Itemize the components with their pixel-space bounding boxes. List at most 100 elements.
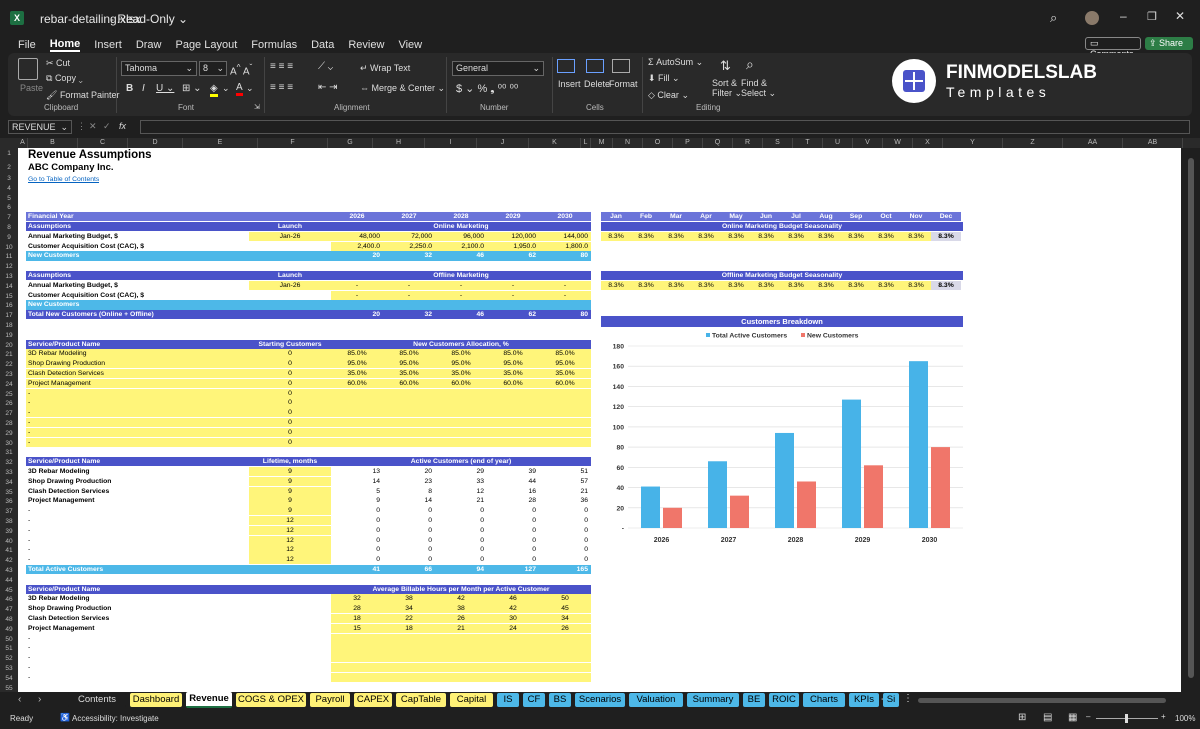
sort-filter-icon[interactable]: ⇅ — [720, 58, 731, 74]
column-header[interactable]: R — [733, 138, 763, 148]
row-header[interactable]: 32 — [0, 458, 18, 467]
share-button[interactable]: ⇪ Share ⌄ — [1145, 37, 1193, 61]
cac-value[interactable]: - — [487, 290, 539, 300]
budget-value[interactable]: - — [331, 280, 383, 291]
hours-value[interactable] — [487, 672, 539, 683]
formula-input[interactable] — [140, 120, 1190, 134]
seasonality-value[interactable]: 8.3% — [691, 280, 721, 291]
seasonality-value[interactable]: 8.3% — [721, 231, 751, 242]
allocation-value[interactable] — [539, 388, 591, 398]
total-new-value[interactable]: 20 — [331, 310, 383, 320]
column-header[interactable]: A — [18, 138, 28, 148]
seasonality-value[interactable]: 8.3% — [901, 231, 931, 242]
zoom-level[interactable]: 100% — [1175, 714, 1195, 723]
lifetime-header[interactable]: Lifetime, months — [249, 457, 331, 467]
close-icon[interactable]: ✕ — [1175, 9, 1185, 23]
active-customers-value[interactable]: 0 — [539, 506, 591, 515]
tab-cf[interactable]: CF — [523, 693, 545, 707]
new-customers-value[interactable]: 20 — [331, 251, 383, 261]
service-name[interactable]: - — [26, 427, 249, 438]
budget-label[interactable]: Annual Marketing Budget, $ — [26, 232, 249, 241]
service-name[interactable]: - — [26, 663, 331, 672]
row-header[interactable]: 19 — [0, 331, 18, 340]
allocation-value[interactable]: 85.0% — [383, 349, 435, 359]
row-header[interactable]: 49 — [0, 625, 18, 634]
hours-value[interactable] — [487, 633, 539, 643]
allocation-value[interactable]: 60.0% — [435, 378, 487, 389]
hours-value[interactable] — [435, 672, 487, 683]
budget-value[interactable]: - — [435, 280, 487, 291]
month-header[interactable]: Feb — [631, 212, 661, 222]
active-customers-value[interactable]: 39 — [487, 467, 539, 476]
month-header[interactable]: Jan — [601, 212, 631, 222]
allocation-value[interactable] — [383, 418, 435, 428]
total-new-value[interactable]: 80 — [539, 310, 591, 320]
paste-icon[interactable] — [18, 58, 38, 80]
row-header[interactable]: 37 — [0, 507, 18, 516]
row-header[interactable]: 51 — [0, 644, 18, 653]
hours-value[interactable]: 18 — [331, 614, 383, 624]
column-header[interactable]: P — [673, 138, 703, 148]
column-header[interactable]: D — [128, 138, 183, 148]
offline-marketing-header[interactable]: Offline Marketing — [331, 271, 591, 281]
hours-value[interactable]: 21 — [435, 623, 487, 634]
allocation-value[interactable]: 85.0% — [331, 349, 383, 359]
new-customers-value[interactable]: 46 — [435, 251, 487, 261]
active-customers-value[interactable]: 57 — [539, 477, 591, 486]
active-customers-value[interactable]: 51 — [539, 467, 591, 476]
cac-value[interactable]: - — [539, 290, 591, 300]
row-header[interactable]: 9 — [0, 233, 18, 242]
allocation-value[interactable]: 60.0% — [383, 378, 435, 389]
hours-value[interactable]: 26 — [539, 623, 591, 634]
allocation-value[interactable] — [331, 427, 383, 438]
cac-value[interactable]: 2,100.0 — [435, 241, 487, 251]
service-header[interactable]: Service/Product Name — [26, 457, 249, 467]
find-select-icon[interactable]: ⌕ — [746, 56, 754, 73]
active-customers-value[interactable]: 14 — [383, 496, 435, 505]
tab-capex[interactable]: CAPEX — [354, 693, 392, 707]
starting-customers-value[interactable]: 0 — [249, 408, 331, 418]
service-name[interactable]: - — [26, 643, 331, 652]
service-name[interactable]: - — [26, 634, 331, 643]
total-new-label[interactable]: Total New Customers (Online + Offline) — [26, 310, 331, 320]
tab-charts[interactable]: Charts — [803, 693, 845, 707]
column-header[interactable]: G — [328, 138, 373, 148]
allocation-value[interactable] — [487, 418, 539, 428]
tab-scenarios[interactable]: Scenarios — [575, 693, 625, 707]
service-name[interactable]: 3D Rebar Modeling — [26, 594, 331, 603]
find-select-button[interactable]: Find & Select ⌄ — [741, 78, 776, 98]
service-header[interactable]: Service/Product Name — [26, 584, 331, 594]
service-name[interactable]: 3D Rebar Modeling — [26, 467, 249, 476]
active-customers-value[interactable]: 28 — [487, 496, 539, 505]
column-header[interactable]: O — [643, 138, 673, 148]
month-header[interactable]: Nov — [901, 212, 931, 222]
month-header[interactable]: Aug — [811, 212, 841, 222]
wrap-text-button[interactable]: ↵ Wrap Text — [360, 63, 410, 74]
seasonality-value[interactable]: 8.3% — [631, 231, 661, 242]
seasonality-value[interactable]: 8.3% — [601, 280, 631, 291]
menu-formulas[interactable]: Formulas — [251, 39, 297, 51]
column-header[interactable]: F — [258, 138, 328, 148]
excel-logo-icon[interactable]: X — [10, 11, 24, 25]
cac-value[interactable]: 2,400.0 — [331, 241, 383, 251]
active-customers-value[interactable]: 14 — [331, 477, 383, 486]
row-header[interactable]: 38 — [0, 517, 18, 526]
service-name[interactable]: - — [26, 673, 331, 682]
month-header[interactable]: May — [721, 212, 751, 222]
menu-data[interactable]: Data — [311, 39, 334, 51]
hours-value[interactable] — [331, 672, 383, 683]
row-header[interactable]: 30 — [0, 439, 18, 448]
tab-be[interactable]: BE — [743, 693, 765, 707]
row-header[interactable]: 4 — [0, 184, 18, 193]
allocation-value[interactable]: 95.0% — [487, 359, 539, 369]
service-name[interactable]: - — [26, 398, 249, 408]
active-customers-value[interactable]: 0 — [487, 516, 539, 525]
accessibility-status[interactable]: Accessibility: Investigate — [72, 714, 159, 723]
cac-value[interactable]: 2,250.0 — [383, 241, 435, 251]
row-header[interactable]: 16 — [0, 301, 18, 310]
allocation-value[interactable] — [383, 388, 435, 398]
allocation-value[interactable] — [539, 437, 591, 447]
active-customers-value[interactable]: 0 — [435, 526, 487, 535]
underline-icon[interactable]: U ⌄ — [156, 83, 174, 94]
active-customers-value[interactable]: 0 — [331, 555, 383, 564]
